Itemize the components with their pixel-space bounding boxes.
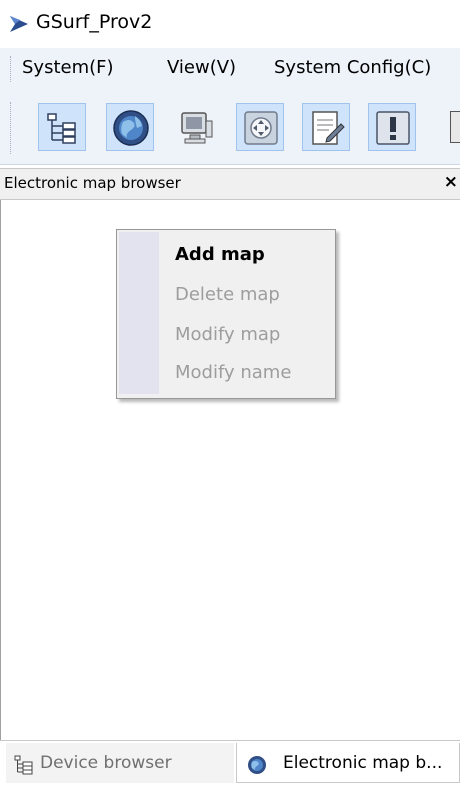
alarm-icon [376,111,410,145]
device-tree-button[interactable] [38,103,86,151]
window-title: GSurf_Prov2 [36,11,153,33]
device-tree-icon [47,113,76,144]
context-menu: Add map Delete map Modify map Modify nam… [116,229,336,399]
video-monitor-button[interactable] [172,103,220,151]
menu-item-modify-name: Modify name [175,362,292,383]
panel-title: Electronic map browser [4,174,181,192]
menu-item-delete-map: Delete map [175,284,280,305]
menu-view[interactable]: View(V) [167,57,236,78]
tab-label-device-browser: Device browser [40,753,172,773]
edit-document-icon [312,111,345,145]
menu-bar: System(F) View(V) System Config(C) [0,48,460,93]
panel-header: Electronic map browser × [0,168,460,200]
device-tree-icon [14,755,33,775]
toolbar-grip[interactable] [10,102,13,154]
tab-electronic-map[interactable]: Electronic map b... [236,743,460,783]
edit-document-button[interactable] [302,103,350,151]
electronic-map-button[interactable] [106,103,154,151]
context-menu-icon-strip [119,232,159,394]
menu-system[interactable]: System(F) [22,57,114,78]
tab-label-electronic-map: Electronic map b... [283,753,443,773]
gsurf-app-icon [10,16,28,32]
alarm-button[interactable] [368,103,416,151]
globe-icon [113,110,149,146]
title-bar: GSurf_Prov2 [0,0,460,48]
ptz-control-icon [244,111,278,145]
overflow-toolbar-button[interactable] [438,103,460,151]
video-monitor-icon [181,112,213,144]
tab-device-browser[interactable]: Device browser [6,743,234,783]
menu-item-modify-map: Modify map [175,324,281,345]
bottom-tab-bar: Device browser Electronic map b... [0,740,460,785]
menubar-grip[interactable] [10,56,13,82]
toolbar [0,92,460,165]
globe-icon [248,756,266,774]
close-icon[interactable]: × [444,172,458,192]
ptz-control-button[interactable] [236,103,284,151]
menu-system-config[interactable]: System Config(C) [274,57,431,78]
menu-item-add-map[interactable]: Add map [175,244,265,265]
